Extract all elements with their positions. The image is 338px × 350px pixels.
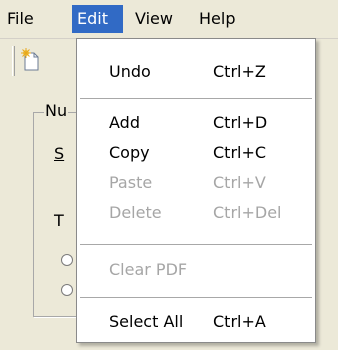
menu-file[interactable]: File [2,5,39,33]
radio-option-1[interactable] [61,254,73,266]
radio-option-2[interactable] [61,284,73,296]
menu-item-clear-pdf[interactable]: Clear PDF [77,255,315,285]
menu-item-label: Paste [109,173,153,192]
group-box-label: Nu [44,101,69,120]
menu-item-label: Undo [109,62,151,81]
menu-item-undo[interactable]: Undo Ctrl+Z [77,57,315,87]
menu-item-copy[interactable]: Copy Ctrl+C [77,138,315,168]
menu-item-shortcut: Ctrl+Del [213,203,282,222]
menu-item-label: Delete [109,203,162,222]
menu-separator [80,98,312,99]
shortcut-label: S [54,144,65,163]
menu-bar: File Edit View Help [0,0,338,39]
menu-item-shortcut: Ctrl+C [213,143,267,162]
menu-view[interactable]: View [130,5,178,33]
menu-item-label: Select All [109,312,184,331]
menu-item-select-all[interactable]: Select All Ctrl+A [77,307,315,337]
menu-separator [80,297,312,298]
menu-item-shortcut: Ctrl+Z [213,62,266,81]
toolbar-grip[interactable] [12,46,15,76]
menu-item-delete[interactable]: Delete Ctrl+Del [77,198,315,228]
edit-menu: Undo Ctrl+Z Add Ctrl+D Copy Ctrl+C Paste… [76,38,316,343]
type-label: T [54,211,64,230]
menu-edit[interactable]: Edit [72,5,123,33]
menu-item-label: Clear PDF [109,260,188,279]
menu-help[interactable]: Help [194,5,240,33]
new-document-icon[interactable] [21,48,41,72]
menu-item-paste[interactable]: Paste Ctrl+V [77,168,315,198]
menu-item-shortcut: Ctrl+V [213,173,266,192]
menu-item-label: Copy [109,143,150,162]
menu-item-label: Add [109,113,140,132]
menu-item-shortcut: Ctrl+D [213,113,268,132]
menu-separator [80,244,312,245]
menu-item-shortcut: Ctrl+A [213,312,266,331]
menu-item-add[interactable]: Add Ctrl+D [77,108,315,138]
